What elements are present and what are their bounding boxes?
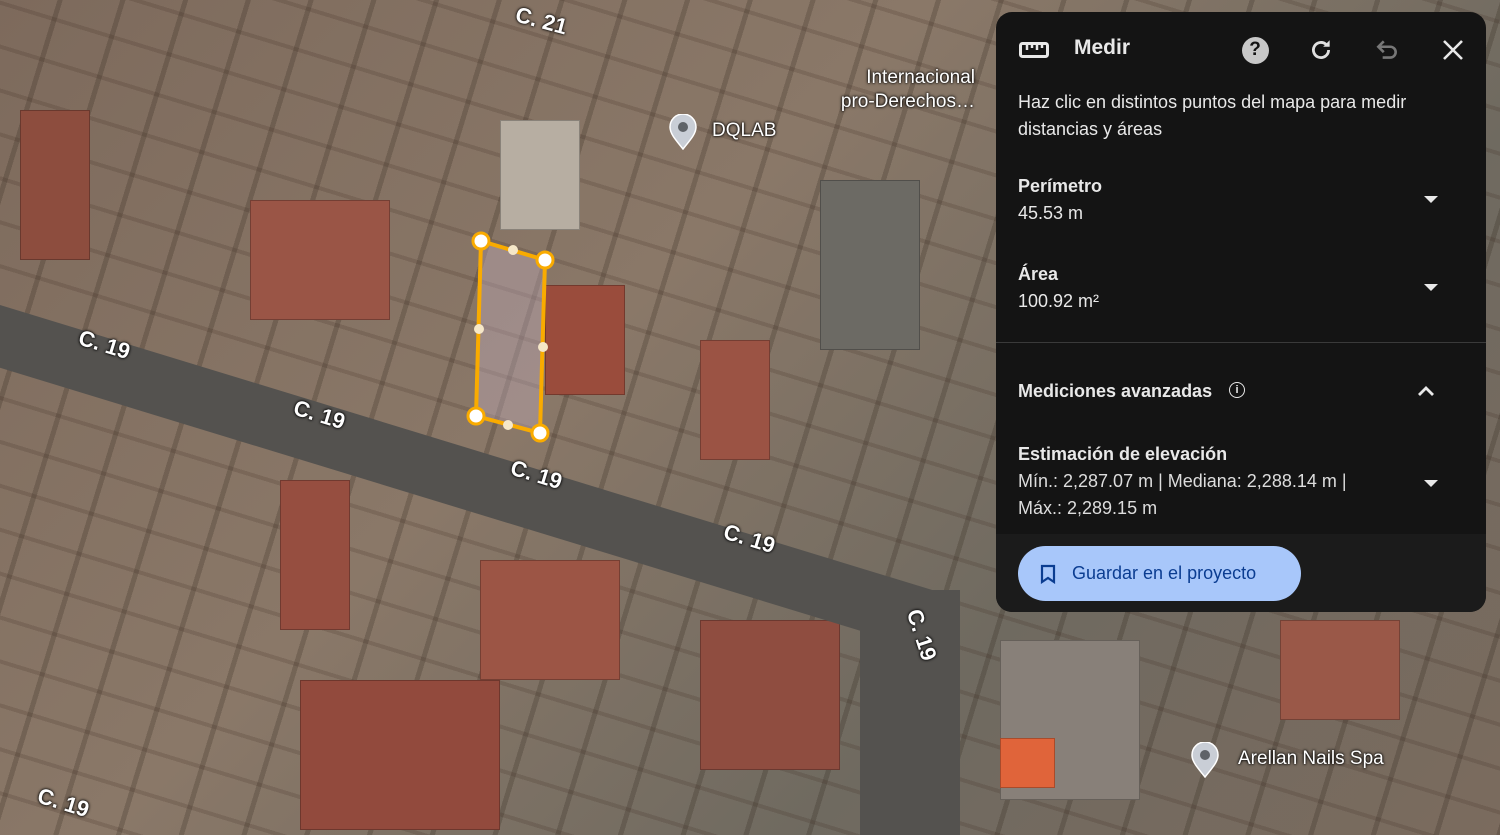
bookmark-icon: [1040, 564, 1056, 584]
midpoint-handle: [474, 324, 484, 334]
measure-panel: Medir ? Haz clic en distintos puntos del…: [996, 12, 1486, 612]
undo-icon: [1376, 40, 1397, 59]
perimeter-expand-caret-icon[interactable]: [1424, 196, 1438, 203]
midpoint-handle: [538, 342, 548, 352]
close-button[interactable]: [1437, 34, 1469, 66]
help-icon: ?: [1241, 36, 1269, 64]
map-pin-icon[interactable]: [668, 114, 698, 150]
save-to-project-button[interactable]: Guardar en el proyecto: [1018, 546, 1301, 601]
midpoint-handle: [503, 420, 513, 430]
vertex-handle: [530, 423, 550, 443]
info-icon[interactable]: i: [1229, 382, 1245, 398]
reset-button[interactable]: [1305, 34, 1337, 66]
vertex-handle: [466, 406, 486, 426]
elevation-expand-caret-icon[interactable]: [1424, 480, 1438, 487]
area-label: Área: [1018, 264, 1059, 284]
ruler-icon: [1019, 42, 1049, 58]
close-icon: [1443, 40, 1463, 60]
perimeter-value: 45.53 m: [1018, 203, 1084, 223]
area-value: 100.92 m²: [1018, 291, 1100, 311]
advanced-measurements-label[interactable]: Mediciones avanzadas: [1018, 378, 1212, 405]
chevron-up-icon[interactable]: [1416, 384, 1436, 398]
map-pin-icon[interactable]: [1190, 742, 1220, 778]
perimeter-label: Perímetro: [1018, 176, 1103, 196]
elevation-max: Máx.: 2,289.15 m: [1018, 498, 1158, 518]
save-label: Guardar en el proyecto: [1072, 563, 1257, 583]
vertex-handle: [535, 250, 555, 270]
place-label-dqlab[interactable]: DQLAB: [712, 119, 776, 143]
help-button[interactable]: ?: [1239, 34, 1271, 66]
midpoint-handle: [508, 245, 518, 255]
place-label-arellan-nails-spa[interactable]: Arellan Nails Spa: [1238, 747, 1384, 771]
divider: [996, 342, 1486, 343]
panel-title: Medir: [1074, 36, 1131, 59]
place-label-internacional[interactable]: Internacional pro-Derechos…: [830, 66, 975, 114]
elevation-min-median: Mín.: 2,287.07 m | Mediana: 2,288.14 m |: [1018, 471, 1347, 491]
undo-button[interactable]: [1371, 34, 1403, 66]
refresh-icon: [1312, 40, 1330, 59]
area-expand-caret-icon[interactable]: [1424, 284, 1438, 291]
vertex-handle: [471, 231, 491, 251]
instructions-text: Haz clic en distintos puntos del mapa pa…: [1018, 92, 1407, 139]
elevation-label: Estimación de elevación: [1018, 444, 1228, 464]
